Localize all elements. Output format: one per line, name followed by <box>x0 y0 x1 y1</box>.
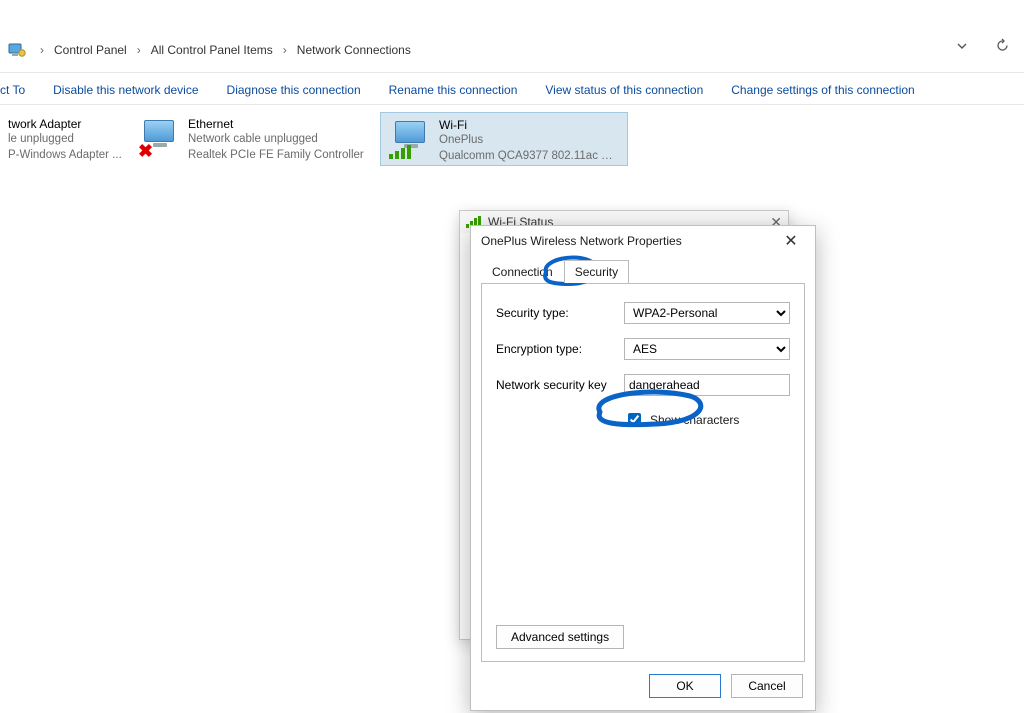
security-type-label: Security type: <box>496 306 624 320</box>
cmd-change-settings[interactable]: Change settings of this connection <box>731 83 914 97</box>
adapter-item-wifi[interactable]: Wi-Fi OnePlus Qualcomm QCA9377 802.11ac … <box>380 112 628 166</box>
security-type-select[interactable]: WPA2-Personal <box>624 302 790 324</box>
cmd-connect-to[interactable]: ct To <box>0 83 25 97</box>
tab-security[interactable]: Security <box>564 260 629 283</box>
error-x-icon: ✖ <box>138 142 153 160</box>
network-adapter-icon <box>0 116 2 160</box>
divider <box>0 104 1024 105</box>
adapter-list: twork Adapter le unplugged P-Windows Ada… <box>0 112 1024 172</box>
breadcrumb-network-connections[interactable]: Network Connections <box>293 41 415 59</box>
adapter-name: Ethernet <box>188 116 364 132</box>
ok-button[interactable]: OK <box>649 674 721 698</box>
address-bar: › Control Panel › All Control Panel Item… <box>0 38 1024 62</box>
refresh-icon[interactable] <box>995 38 1010 53</box>
encryption-type-label: Encryption type: <box>496 342 624 356</box>
network-properties-dialog: OnePlus Wireless Network Properties ✕ Co… <box>470 225 816 711</box>
adapter-name: Wi-Fi <box>439 117 619 133</box>
tab-strip: Connection Security <box>471 256 815 283</box>
network-key-label: Network security key <box>496 378 624 392</box>
adapter-item-ethernet[interactable]: ✖ Ethernet Network cable unplugged Realt… <box>130 112 380 166</box>
network-key-input[interactable] <box>624 374 790 396</box>
cmd-disable-device[interactable]: Disable this network device <box>53 83 198 97</box>
cmd-view-status[interactable]: View status of this connection <box>545 83 703 97</box>
control-panel-icon <box>8 41 26 59</box>
chevron-right-icon: › <box>131 43 147 57</box>
adapter-status: Network cable unplugged <box>188 132 364 148</box>
chevron-right-icon: › <box>34 43 50 57</box>
show-characters-checkbox[interactable] <box>628 413 641 426</box>
tab-connection[interactable]: Connection <box>481 260 564 283</box>
chevron-down-icon[interactable] <box>955 39 969 53</box>
ethernet-icon: ✖ <box>138 116 182 160</box>
adapter-status: le unplugged <box>8 132 122 148</box>
breadcrumb-control-panel[interactable]: Control Panel <box>50 41 131 59</box>
command-bar: ct To Disable this network device Diagno… <box>0 78 1024 102</box>
adapter-item[interactable]: twork Adapter le unplugged P-Windows Ada… <box>0 112 130 166</box>
adapter-status: OnePlus <box>439 133 619 149</box>
breadcrumb-all-items[interactable]: All Control Panel Items <box>147 41 277 59</box>
chevron-right-icon: › <box>277 43 293 57</box>
wifi-adapter-icon <box>389 117 433 161</box>
encryption-type-select[interactable]: AES <box>624 338 790 360</box>
cmd-rename[interactable]: Rename this connection <box>389 83 518 97</box>
dialog-title: OnePlus Wireless Network Properties <box>481 234 682 248</box>
show-characters-label: Show characters <box>650 413 739 427</box>
adapter-name: twork Adapter <box>8 116 122 132</box>
cancel-button[interactable]: Cancel <box>731 674 803 698</box>
adapter-device: Qualcomm QCA9377 802.11ac Wi... <box>439 149 619 165</box>
advanced-settings-button[interactable]: Advanced settings <box>496 625 624 649</box>
adapter-device: Realtek PCIe FE Family Controller <box>188 148 364 164</box>
adapter-device: P-Windows Adapter ... <box>8 148 122 164</box>
signal-bars-icon <box>389 145 411 159</box>
tab-panel-security: Security type: WPA2-Personal Encryption … <box>481 283 805 662</box>
divider <box>0 72 1024 73</box>
close-icon[interactable]: ✕ <box>777 231 805 251</box>
cmd-diagnose[interactable]: Diagnose this connection <box>227 83 361 97</box>
